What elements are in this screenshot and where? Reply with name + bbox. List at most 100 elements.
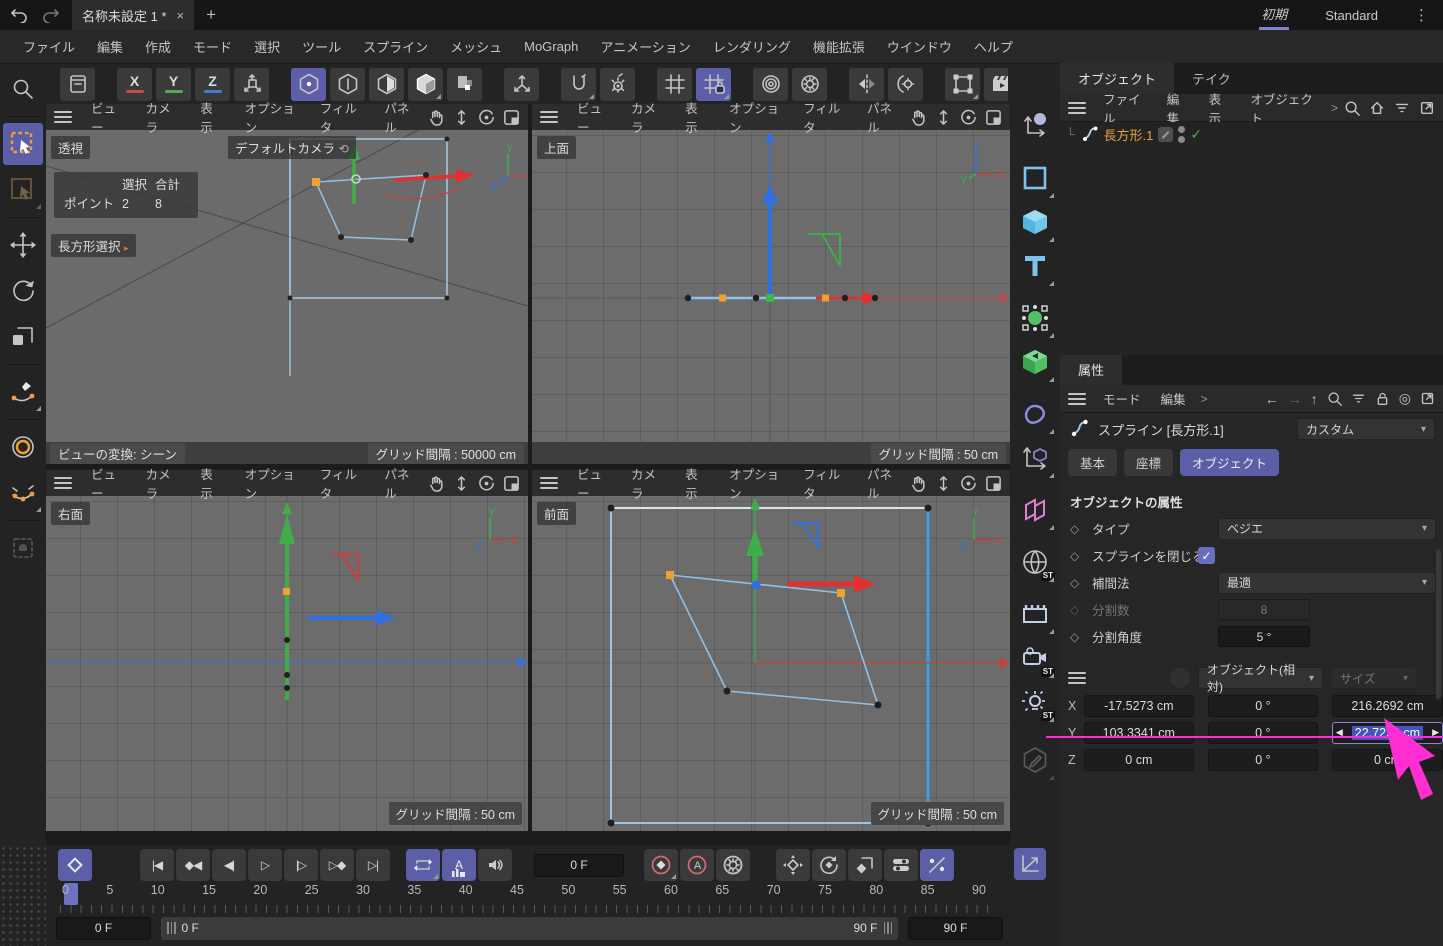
model-mode-button[interactable] bbox=[408, 68, 443, 101]
world-axes-button[interactable] bbox=[504, 68, 539, 101]
polygon-mode-button[interactable] bbox=[369, 68, 404, 101]
preset-dropdown[interactable]: カスタム▾ bbox=[1297, 418, 1435, 440]
menu-item[interactable]: ヘルプ bbox=[963, 37, 1024, 56]
x-size-field[interactable]: 216.2692 cm bbox=[1332, 695, 1443, 717]
keyframe-diamond-icon[interactable]: ◇ bbox=[1070, 576, 1084, 590]
timeline-ruler[interactable]: 051015202530354045505560657075808590 bbox=[62, 883, 986, 897]
keyframe-diamond-icon[interactable]: ◇ bbox=[1070, 630, 1084, 644]
attributes-scrollbar[interactable] bbox=[1436, 549, 1441, 699]
viewport-menu-item[interactable]: フィルタ bbox=[309, 464, 372, 502]
pan-hand-icon[interactable] bbox=[910, 475, 927, 492]
menu-item[interactable]: 表示 bbox=[1200, 89, 1240, 127]
viewport-menu-item[interactable]: 表示 bbox=[674, 464, 716, 502]
z-position-field[interactable]: 0 cm bbox=[1084, 749, 1194, 771]
edge-mode-button[interactable] bbox=[330, 68, 365, 101]
scale-tool[interactable] bbox=[3, 316, 43, 358]
viewport-perspective[interactable]: ビューカメラ表示オプションフィルタパネル bbox=[46, 104, 528, 464]
hamburger-icon[interactable] bbox=[54, 477, 72, 489]
x-position-field[interactable]: -17.5273 cm bbox=[1084, 695, 1194, 717]
autokey-indicator-button[interactable]: A bbox=[680, 849, 714, 881]
axis-x-toggle[interactable]: X bbox=[117, 68, 152, 101]
viewport-menu-item[interactable]: パネル bbox=[373, 98, 426, 136]
menu-overflow-icon[interactable]: > bbox=[1327, 101, 1342, 115]
text-object-icon[interactable] bbox=[1014, 244, 1056, 288]
hamburger-icon[interactable] bbox=[1068, 393, 1086, 405]
viewport-menu-item[interactable]: カメラ bbox=[620, 464, 672, 502]
object-tree[interactable]: └ 長方形.1 ✓ bbox=[1060, 122, 1443, 355]
dolly-icon[interactable] bbox=[453, 109, 470, 126]
falloff-settings-button[interactable] bbox=[792, 68, 827, 101]
viewport-menu-item[interactable]: ビュー bbox=[566, 98, 618, 136]
previous-key-button[interactable]: ◆◀ bbox=[176, 849, 210, 881]
dolly-icon[interactable] bbox=[935, 109, 952, 126]
x-rotation-field[interactable]: 0 ° bbox=[1208, 695, 1318, 717]
menu-item[interactable]: レンダリング bbox=[702, 37, 802, 56]
viewport-menu-item[interactable]: カメラ bbox=[135, 464, 188, 502]
spline-circle-tool[interactable] bbox=[3, 426, 43, 468]
pan-hand-icon[interactable] bbox=[910, 109, 927, 126]
edit-state-toggle[interactable] bbox=[1158, 127, 1173, 142]
viewport-menu-item[interactable]: オプション bbox=[718, 98, 790, 136]
menu-item[interactable]: 編集 bbox=[86, 37, 134, 56]
viewport-menu-item[interactable]: ビュー bbox=[80, 98, 133, 136]
mirror-settings-button[interactable] bbox=[888, 68, 923, 101]
history-back-icon[interactable]: ← bbox=[1265, 391, 1279, 407]
hamburger-icon[interactable] bbox=[540, 477, 558, 489]
dolly-icon[interactable] bbox=[453, 475, 470, 492]
lock-icon[interactable] bbox=[1375, 391, 1390, 406]
axis-modify-icon[interactable] bbox=[1014, 436, 1056, 480]
record-keyframe-button[interactable] bbox=[644, 849, 678, 881]
orbit-icon[interactable] bbox=[478, 109, 495, 126]
autokey-button[interactable]: A bbox=[442, 849, 476, 881]
tab-attributes[interactable]: 属性 bbox=[1060, 354, 1122, 385]
layout-standard[interactable]: Standard bbox=[1323, 4, 1380, 27]
coordinate-system-button[interactable] bbox=[234, 68, 269, 101]
grid-toggle-button[interactable] bbox=[657, 68, 692, 101]
key-pla-toggle[interactable] bbox=[920, 849, 954, 881]
next-key-button[interactable]: ▷◆ bbox=[320, 849, 354, 881]
selection-tool-alt[interactable] bbox=[3, 169, 43, 211]
close-tab-icon[interactable]: × bbox=[177, 8, 185, 23]
viewport-perspective-canvas[interactable]: Y X Z 透視 デフォルトカメラ ⟲ 選択合計 ポイント28 長方形選択 ▸ bbox=[46, 130, 528, 442]
spline-pen-tool[interactable] bbox=[3, 371, 43, 413]
keyframe-diamond-icon[interactable]: ◇ bbox=[1070, 549, 1084, 563]
viewport-menu-item[interactable]: フィルタ bbox=[792, 464, 854, 502]
tab-basic[interactable]: 基本 bbox=[1068, 449, 1117, 476]
viewport-right-canvas[interactable]: Y X Z 右面 グリッド間隔 : 50 cm bbox=[46, 496, 528, 831]
maximize-view-icon[interactable] bbox=[985, 109, 1002, 126]
key-position-toggle[interactable] bbox=[776, 849, 810, 881]
angle-field[interactable]: 5 ° bbox=[1218, 626, 1310, 647]
render-region-button[interactable] bbox=[945, 68, 980, 101]
rectangle-selection-tool[interactable] bbox=[3, 123, 43, 165]
viewport-menu-item[interactable]: パネル bbox=[373, 464, 426, 502]
keyframe-diamond-icon[interactable]: ◇ bbox=[1070, 522, 1084, 536]
light-icon[interactable]: ST bbox=[1014, 680, 1056, 724]
y-position-field[interactable]: 103.3341 cm bbox=[1084, 722, 1194, 744]
symmetry-icon[interactable] bbox=[1014, 488, 1056, 532]
viewport-menu-item[interactable]: オプション bbox=[234, 464, 307, 502]
redo-button[interactable] bbox=[38, 2, 64, 28]
viewport-menu-item[interactable]: ビュー bbox=[80, 464, 133, 502]
menu-item[interactable]: モード bbox=[182, 37, 243, 56]
menu-item[interactable]: 機能拡張 bbox=[802, 37, 876, 56]
mirror-toggle-button[interactable] bbox=[849, 68, 884, 101]
parent-up-icon[interactable]: ↑ bbox=[1311, 391, 1318, 407]
pan-hand-icon[interactable] bbox=[428, 475, 445, 492]
menu-item[interactable]: MoGraph bbox=[513, 39, 589, 54]
keyframe-record-button[interactable] bbox=[58, 849, 92, 881]
play-button[interactable]: ▷ bbox=[248, 849, 282, 881]
loop-playback-button[interactable] bbox=[406, 849, 440, 881]
camera-icon[interactable]: ST bbox=[1014, 636, 1056, 680]
primitive-cube-icon[interactable] bbox=[1014, 200, 1056, 244]
deformer-icon[interactable] bbox=[1014, 392, 1056, 436]
undock-icon[interactable] bbox=[1419, 100, 1435, 116]
timeline-drag-grip[interactable] bbox=[0, 845, 46, 946]
filter-icon[interactable] bbox=[1394, 100, 1410, 116]
project-box-icon[interactable] bbox=[60, 68, 95, 101]
viewport-menu-item[interactable]: カメラ bbox=[620, 98, 672, 136]
z-rotation-field[interactable]: 0 ° bbox=[1208, 749, 1318, 771]
menu-item[interactable]: スプライン bbox=[352, 37, 439, 56]
viewport-menu-item[interactable]: オプション bbox=[234, 98, 307, 136]
tab-coordinates[interactable]: 座標 bbox=[1124, 449, 1173, 476]
viewport-right[interactable]: ビューカメラ表示オプションフィルタパネル bbox=[46, 470, 528, 831]
